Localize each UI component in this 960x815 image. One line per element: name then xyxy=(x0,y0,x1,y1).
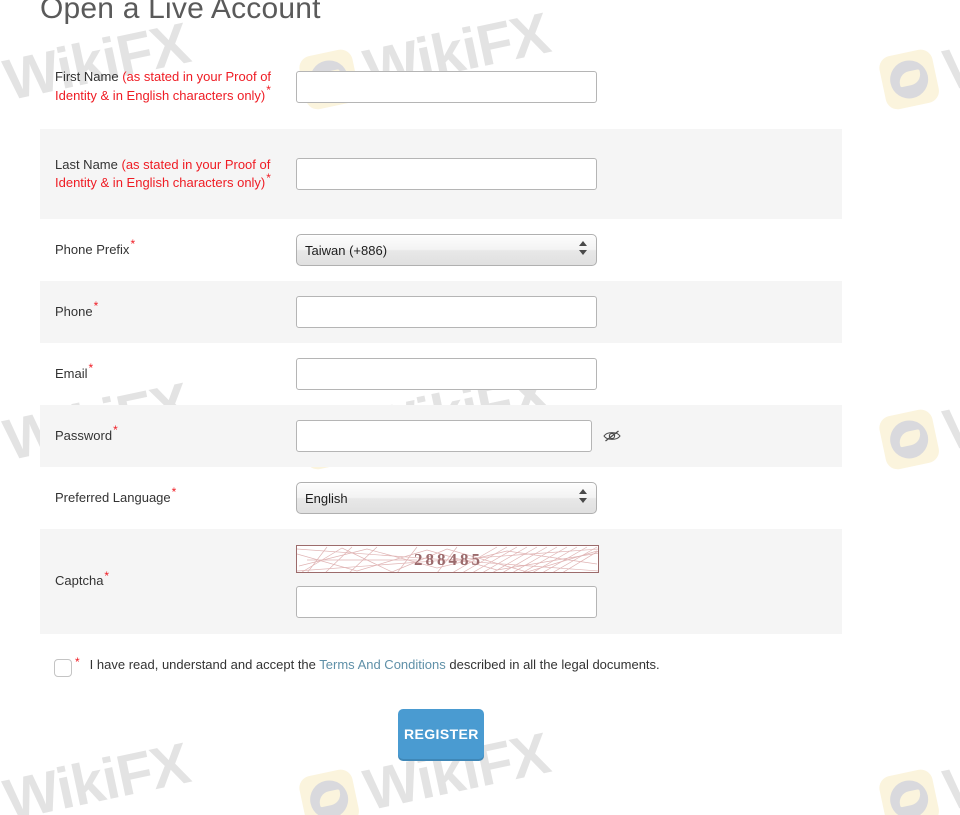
label-password: Password* xyxy=(40,424,296,446)
label-last-name: Last Name (as stated in your Proof of Id… xyxy=(40,156,296,193)
form-row-email: Email* xyxy=(40,343,842,405)
form-row-first-name: First Name (as stated in your Proof of I… xyxy=(40,44,842,129)
form-row-phone: Phone* xyxy=(40,281,842,343)
captcha-input[interactable] xyxy=(296,586,597,618)
label-text: Password xyxy=(55,427,113,443)
label-phone: Phone* xyxy=(40,300,296,322)
required-asterisk: * xyxy=(93,299,99,314)
terms-and-conditions-link[interactable]: Terms And Conditions xyxy=(319,657,445,672)
field-captcha: 288485 xyxy=(296,545,842,618)
label-text: Phone Prefix xyxy=(55,241,130,257)
captcha-stack: 288485 xyxy=(296,545,599,618)
captcha-code-text: 288485 xyxy=(414,550,483,569)
password-input[interactable] xyxy=(296,420,592,452)
field-phone xyxy=(296,296,842,328)
form-row-preferred-language: Preferred Language* English xyxy=(40,467,842,529)
label-text: Preferred Language xyxy=(55,489,171,505)
label-email: Email* xyxy=(40,362,296,384)
field-phone-prefix: Taiwan (+886) xyxy=(296,234,842,266)
terms-text: I have read, understand and accept the T… xyxy=(90,655,660,674)
terms-text-after: described in all the legal documents. xyxy=(449,657,660,672)
field-password xyxy=(296,420,842,452)
first-name-input[interactable] xyxy=(296,70,597,103)
registration-form: First Name (as stated in your Proof of I… xyxy=(40,44,842,634)
email-input[interactable] xyxy=(296,358,597,390)
phone-prefix-select-wrap: Taiwan (+886) xyxy=(296,234,597,266)
label-text: Email xyxy=(55,365,88,381)
required-asterisk: * xyxy=(266,170,271,185)
label-text: Captcha xyxy=(55,573,104,589)
captcha-image[interactable]: 288485 xyxy=(296,545,599,573)
registration-page: Open a Live Account First Name (as state… xyxy=(0,0,960,815)
field-first-name xyxy=(296,70,842,103)
required-asterisk: * xyxy=(113,423,118,438)
last-name-input[interactable] xyxy=(296,158,597,190)
form-row-phone-prefix: Phone Prefix* Taiwan (+886) xyxy=(40,219,842,281)
phone-prefix-select[interactable]: Taiwan (+886) xyxy=(296,234,597,266)
terms-row: * I have read, understand and accept the… xyxy=(40,655,840,677)
label-text: First Name xyxy=(55,69,119,84)
form-row-last-name: Last Name (as stated in your Proof of Id… xyxy=(40,129,842,219)
required-asterisk: * xyxy=(171,485,177,500)
required-asterisk: * xyxy=(130,237,136,252)
phone-input[interactable] xyxy=(296,296,597,328)
preferred-language-select-wrap: English xyxy=(296,482,597,514)
terms-checkbox[interactable] xyxy=(54,659,72,677)
form-row-password: Password* xyxy=(40,405,842,467)
form-row-captcha: Captcha* 288485 xyxy=(40,529,842,634)
page-title: Open a Live Account xyxy=(40,0,321,25)
label-phone-prefix: Phone Prefix* xyxy=(40,238,296,260)
required-asterisk: * xyxy=(266,83,271,98)
required-asterisk: * xyxy=(104,568,110,583)
field-last-name xyxy=(296,158,842,190)
label-first-name: First Name (as stated in your Proof of I… xyxy=(40,68,296,105)
required-asterisk: * xyxy=(88,361,94,376)
register-button-wrap: REGISTER xyxy=(0,709,882,759)
field-email xyxy=(296,358,842,390)
label-preferred-language: Preferred Language* xyxy=(40,486,296,508)
label-text: Last Name xyxy=(55,156,118,172)
register-button[interactable]: REGISTER xyxy=(398,709,484,759)
preferred-language-select[interactable]: English xyxy=(296,482,597,514)
eye-slash-icon[interactable] xyxy=(602,426,622,446)
label-text: Phone xyxy=(55,303,93,319)
terms-text-before: I have read, understand and accept the xyxy=(89,657,316,672)
required-asterisk: * xyxy=(75,655,80,669)
label-captcha: Captcha* xyxy=(40,568,296,591)
field-preferred-language: English xyxy=(296,482,842,514)
eye-slash-glyph xyxy=(603,430,621,442)
